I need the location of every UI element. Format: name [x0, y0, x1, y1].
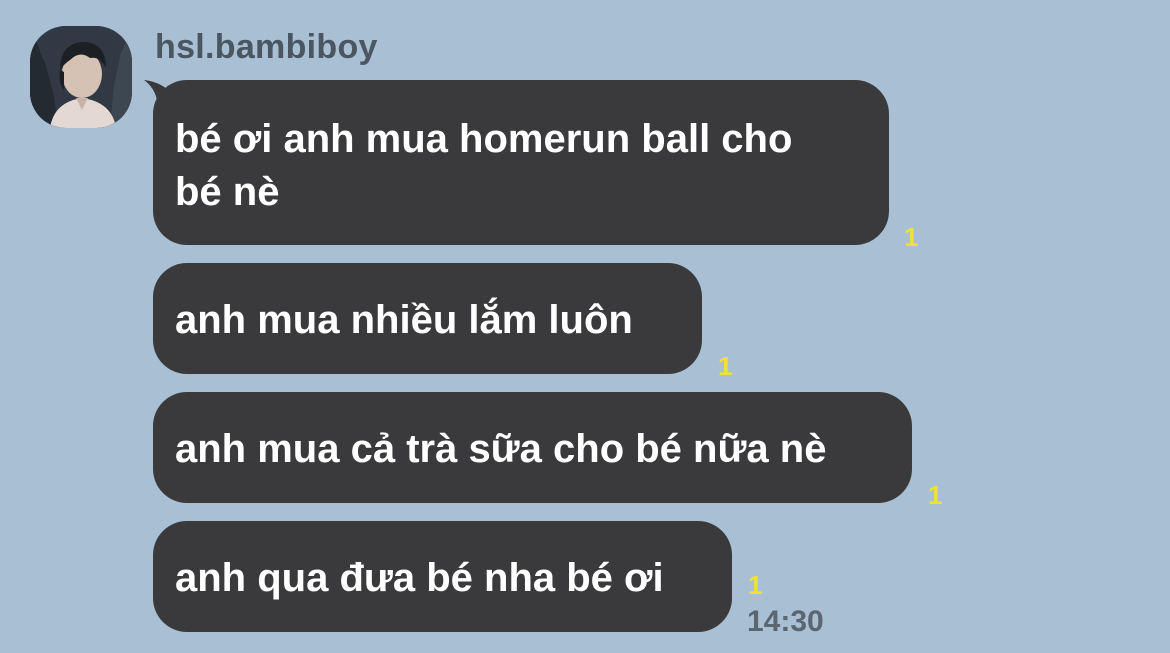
message-line: anh mua nhiều lắm luôn — [175, 298, 633, 342]
unread-count: 1 — [904, 222, 919, 252]
message-line: anh mua cả trà sữa cho bé nữa nè — [175, 427, 827, 471]
message-bubble[interactable]: anh mua cả trà sữa cho bé nữa nè — [153, 392, 912, 503]
unread-count: 1 — [928, 480, 943, 510]
message-line: anh qua đưa bé nha bé ơi — [175, 556, 664, 600]
unread-count: 1 — [718, 351, 733, 381]
avatar[interactable] — [30, 26, 132, 128]
message-time: 14:30 — [747, 605, 824, 638]
message-bubble[interactable]: anh qua đưa bé nha bé ơi — [153, 521, 732, 632]
message-bubble[interactable]: anh mua nhiều lắm luôn — [153, 263, 702, 374]
message-bubble[interactable]: bé ơi anh mua homerun ball cho bé nè — [153, 80, 889, 245]
unread-count: 1 — [748, 570, 763, 600]
message-line: bé nè — [175, 170, 280, 214]
sender-name: hsl.bambiboy — [155, 28, 378, 66]
message-line: bé ơi anh mua homerun ball cho — [175, 117, 793, 161]
profile-photo-icon — [30, 26, 132, 128]
